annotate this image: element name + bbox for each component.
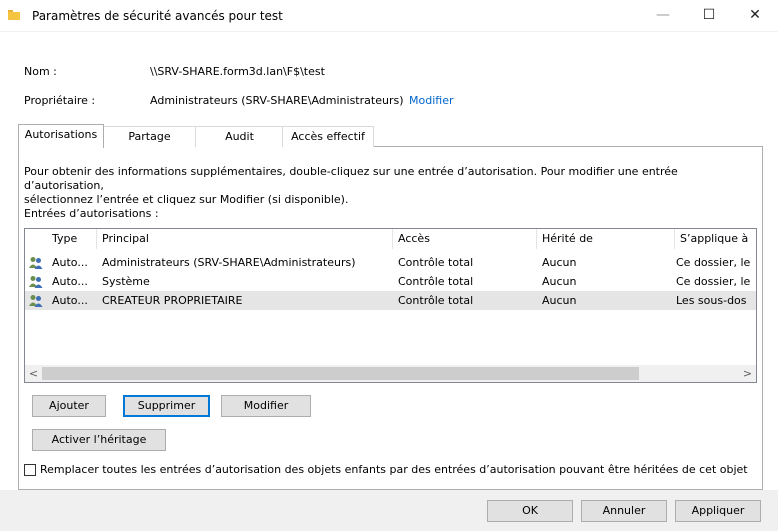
remove-button[interactable]: Supprimer (123, 395, 210, 417)
cell-applies-to: Ce dossier, le (676, 275, 751, 288)
column-header-type[interactable]: Type (47, 229, 97, 249)
name-label: Nom : (24, 65, 57, 78)
maximize-button[interactable]: ☐ (686, 0, 732, 31)
permissions-description: Pour obtenir des informations supplément… (24, 165, 754, 207)
apply-button[interactable]: Appliquer (675, 500, 761, 522)
permission-entries-list[interactable]: Type Principal Accès Hérité de S’appliqu… (24, 228, 757, 383)
owner-label: Propriétaire : (24, 94, 96, 107)
cell-access: Contrôle total (398, 275, 474, 288)
description-line-2: sélectionnez l’entrée et cliquez sur Mod… (24, 193, 349, 206)
cell-principal: CREATEUR PROPRIETAIRE (102, 294, 243, 307)
cell-type: Auto... (52, 256, 88, 269)
replace-child-permissions-checkbox[interactable] (24, 464, 36, 476)
entries-label: Entrées d’autorisations : (24, 207, 159, 220)
table-row[interactable]: Auto... Système Contrôle total Aucun Ce … (25, 272, 756, 291)
cell-access: Contrôle total (398, 294, 474, 307)
cell-applies-to: Ce dossier, le (676, 256, 751, 269)
cell-inherited-from: Aucun (542, 256, 577, 269)
cell-inherited-from: Aucun (542, 294, 577, 307)
column-header-applies-to[interactable]: S’applique à (675, 229, 756, 249)
horizontal-scrollbar[interactable]: < > (25, 365, 756, 382)
table-row-selected[interactable]: Auto... CREATEUR PROPRIETAIRE Contrôle t… (25, 291, 756, 310)
tab-permissions[interactable]: Autorisations (18, 124, 104, 148)
cell-access: Contrôle total (398, 256, 474, 269)
close-button[interactable]: ✕ (732, 0, 778, 31)
table-row[interactable]: Auto... Administrateurs (SRV-SHARE\Admin… (25, 253, 756, 272)
dialog-footer: OK Annuler Appliquer (0, 490, 778, 531)
cell-inherited-from: Aucun (542, 275, 577, 288)
tab-audit[interactable]: Audit (195, 126, 284, 147)
owner-value: Administrateurs (SRV-SHARE\Administrateu… (150, 94, 404, 107)
edit-button[interactable]: Modifier (221, 395, 311, 417)
cancel-button[interactable]: Annuler (581, 500, 667, 522)
enable-inheritance-button[interactable]: Activer l’héritage (32, 429, 166, 451)
window-title: Paramètres de sécurité avancés pour test (32, 9, 283, 23)
cell-principal: Administrateurs (SRV-SHARE\Administrateu… (102, 256, 356, 269)
list-header: Type Principal Accès Hérité de S’appliqu… (25, 229, 756, 249)
folder-icon (8, 10, 20, 20)
name-value: \\SRV-SHARE.form3d.lan\F$\test (150, 65, 325, 78)
cell-applies-to: Les sous-dos (676, 294, 747, 307)
column-header-access[interactable]: Accès (393, 229, 537, 249)
users-icon (29, 276, 43, 288)
scrollbar-thumb[interactable] (42, 367, 639, 380)
cell-type: Auto... (52, 294, 88, 307)
ok-button[interactable]: OK (487, 500, 573, 522)
scroll-left-icon[interactable]: < (25, 365, 42, 382)
add-button[interactable]: Ajouter (32, 395, 106, 417)
users-icon (29, 257, 43, 269)
tab-effective-access[interactable]: Accès effectif (282, 126, 374, 147)
replace-child-permissions-label[interactable]: Remplacer toutes les entrées d’autorisat… (40, 463, 748, 476)
description-line-1: Pour obtenir des informations supplément… (24, 165, 678, 192)
tab-sharing[interactable]: Partage (102, 126, 197, 147)
column-header-inherited-from[interactable]: Hérité de (537, 229, 675, 249)
minimize-button[interactable]: — (640, 0, 686, 31)
cell-principal: Système (102, 275, 150, 288)
title-bar: Paramètres de sécurité avancés pour test… (0, 0, 778, 32)
change-owner-link[interactable]: Modifier (409, 94, 453, 107)
cell-type: Auto... (52, 275, 88, 288)
scroll-right-icon[interactable]: > (739, 365, 756, 382)
column-header-principal[interactable]: Principal (97, 229, 393, 249)
users-icon (29, 295, 43, 307)
